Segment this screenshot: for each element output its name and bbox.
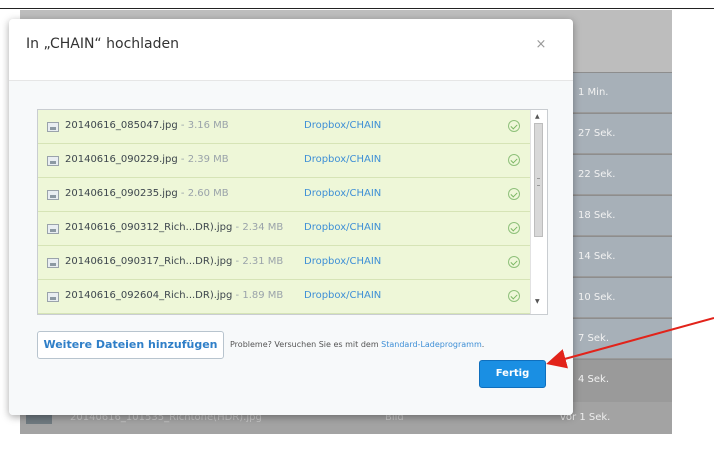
annotation-arrow bbox=[546, 317, 714, 369]
